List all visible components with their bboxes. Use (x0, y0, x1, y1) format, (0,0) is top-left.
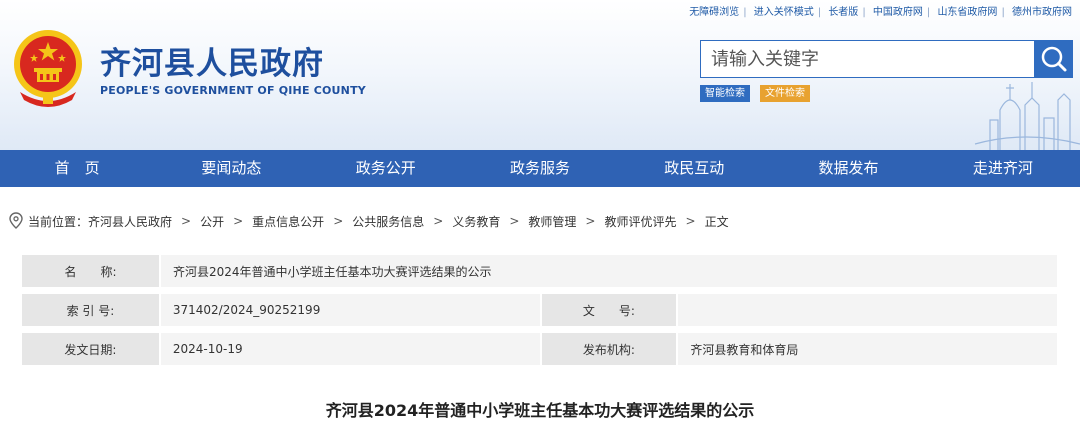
top-link-china-gov[interactable]: 中国政府网 (873, 7, 923, 18)
location-pin-icon (9, 212, 23, 229)
meta-row-name: 名 称: 齐河县2024年普通中小学班主任基本功大赛评选结果的公示 (22, 255, 1057, 287)
meta-label-date: 发文日期: (22, 333, 159, 365)
breadcrumb-item[interactable]: 齐河县人民政府 (88, 213, 172, 230)
main-nav: 首 页 要闻动态 政务公开 政务服务 政民互动 数据发布 走进齐河 (0, 150, 1080, 187)
nav-item-gov-service[interactable]: 政务服务 (463, 150, 617, 187)
meta-value-name: 齐河县2024年普通中小学班主任基本功大赛评选结果的公示 (159, 255, 1057, 287)
top-links: 无障碍浏览 | 进入关怀模式 | 长者版 | 中国政府网 | 山东省政府网 | 德州市政府… (689, 7, 1072, 18)
meta-label-org: 发布机构: (539, 333, 677, 365)
breadcrumb-separator: > (233, 214, 244, 228)
top-link-shandong-gov[interactable]: 山东省政府网 (937, 7, 997, 18)
site-title: 齐河县人民政府 (100, 46, 324, 82)
smart-search-button[interactable]: 智能检索 (700, 85, 750, 102)
file-search-button[interactable]: 文件检索 (760, 85, 810, 102)
site-header: 无障碍浏览 | 进入关怀模式 | 长者版 | 中国政府网 | 山东省政府网 | 德州市政府… (0, 0, 1080, 150)
breadcrumb-separator: > (509, 214, 520, 228)
nav-item-home[interactable]: 首 页 (0, 150, 154, 187)
breadcrumb-prefix: 当前位置： (28, 214, 89, 229)
meta-row-index: 索 引 号: 371402/2024_90252199 文 号: (22, 294, 1057, 326)
nav-item-about-qihe[interactable]: 走进齐河 (926, 150, 1080, 187)
breadcrumb-separator: > (585, 214, 596, 228)
city-skyline-decoration (974, 82, 1080, 150)
breadcrumb-separator: > (181, 214, 192, 228)
nav-item-news[interactable]: 要闻动态 (154, 150, 308, 187)
meta-row-date: 发文日期: 2024-10-19 发布机构: 齐河县教育和体育局 (22, 333, 1057, 365)
nav-item-data[interactable]: 数据发布 (771, 150, 925, 187)
meta-label-name: 名 称: (22, 255, 159, 287)
breadcrumb-separator: > (433, 214, 444, 228)
nav-item-gov-open[interactable]: 政务公开 (309, 150, 463, 187)
meta-value-doc-number (676, 294, 1057, 326)
breadcrumb-separator: > (685, 214, 696, 228)
article-title: 齐河县2024年普通中小学班主任基本功大赛评选结果的公示 (325, 401, 755, 420)
document-meta-table: 名 称: 齐河县2024年普通中小学班主任基本功大赛评选结果的公示 索 引 号:… (22, 255, 1057, 372)
nav-item-interaction[interactable]: 政民互动 (617, 150, 771, 187)
breadcrumb-item[interactable]: 公共服务信息 (352, 213, 424, 230)
meta-label-index: 索 引 号: (22, 294, 159, 326)
breadcrumb-item[interactable]: 义务教育 (452, 213, 500, 230)
breadcrumb-current: 正文 (704, 214, 729, 229)
breadcrumb: 当前位置： 齐河县人民政府 > 公开 > 重点信息公开 > 公共服务信息 > 义… (8, 210, 729, 232)
meta-label-doc-number: 文 号: (539, 294, 677, 326)
national-emblem-icon (14, 30, 82, 107)
site-subtitle: PEOPLE'S GOVERNMENT OF QIHE COUNTY (100, 84, 366, 97)
meta-value-date: 2024-10-19 (158, 333, 540, 365)
top-link-elder-version[interactable]: 长者版 (828, 7, 858, 18)
breadcrumb-separator: > (333, 214, 344, 228)
meta-value-org: 齐河县教育和体育局 (676, 333, 1057, 365)
breadcrumb-item[interactable]: 公开 (200, 213, 224, 230)
breadcrumb-item[interactable]: 教师评优评先 (604, 213, 676, 230)
top-link-dezhou-gov[interactable]: 德州市政府网 (1012, 7, 1072, 18)
top-link-accessibility[interactable]: 无障碍浏览 (689, 7, 739, 18)
top-link-care-mode[interactable]: 进入关怀模式 (754, 7, 814, 18)
breadcrumb-item[interactable]: 重点信息公开 (252, 213, 324, 230)
breadcrumb-item[interactable]: 教师管理 (528, 213, 576, 230)
meta-value-index: 371402/2024_90252199 (158, 294, 540, 326)
